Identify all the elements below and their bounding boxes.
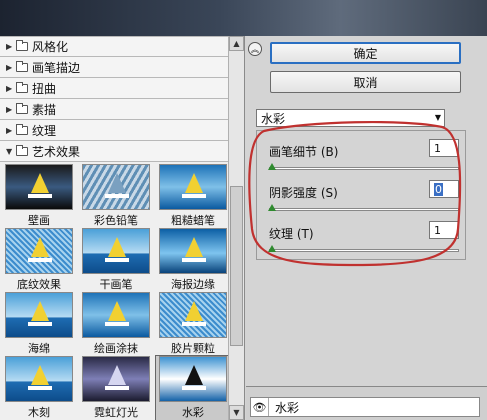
folder-icon [16,40,28,51]
thumbnail-image [82,164,150,210]
thumbnail-film-grain[interactable]: 胶片颗粒 [156,292,230,356]
thumbnail-label: 木刻 [28,406,50,419]
ok-button[interactable]: 确定 [270,42,461,64]
collapsed-arrow-icon[interactable]: ▶ [6,42,14,52]
filter-gallery: ▶ 风格化 ▶ 画笔描边 ▶ 扭曲 ▶ 素描 ▶ 纹理 ▼ 艺术效果 壁画 彩色… [0,36,245,420]
texture-slider[interactable] [269,249,459,252]
thumbnail-image [159,292,227,338]
category-sketch[interactable]: ▶ 素描 [0,99,228,120]
thumbnail-dry-brush[interactable]: 干画笔 [79,228,153,292]
thumbnail-sponge[interactable]: 海绵 [2,292,76,356]
param-value: 0 [434,182,443,196]
folder-icon [16,144,28,156]
scroll-up-arrow-icon[interactable]: ▲ [229,36,244,51]
cancel-button[interactable]: 取消 [270,71,461,93]
effect-layers: 👁 水彩 [246,386,487,420]
category-distort[interactable]: ▶ 扭曲 [0,78,228,99]
folder-icon [16,81,28,93]
collapsed-arrow-icon[interactable]: ▶ [6,62,14,72]
thumbnail-fresco[interactable]: 壁画 [2,164,76,228]
thumbnail-label: 干画笔 [99,278,133,291]
category-label: 艺术效果 [32,144,81,159]
thumbnail-image [159,164,227,210]
filter-select-value: 水彩 [261,111,286,126]
thumbnail-label: 粗糙蜡笔 [171,214,215,227]
thumbnail-label: 绘画涂抹 [94,342,138,355]
category-label: 扭曲 [32,81,57,96]
thumbnail-image [82,228,150,274]
param-label: 纹理 (T) [269,227,314,241]
thumbnail-image [82,356,150,402]
thumbnail-image [5,356,73,402]
thumbnail-watercolor[interactable]: 水彩 [155,355,231,420]
thumbnail-image [159,356,227,402]
thumbnail-cutout[interactable]: 木刻 [2,356,76,420]
thumbnail-label: 壁画 [28,214,50,227]
collapsed-arrow-icon[interactable]: ▶ [6,125,14,135]
category-label: 画笔描边 [32,60,81,75]
chevron-down-icon[interactable]: ▼ [435,113,441,122]
shadow-intensity-input[interactable]: 0 [429,180,459,198]
filter-params: 画笔细节 (B) 1 阴影强度 (S) 0 纹理 (T) 1 [256,130,466,260]
filter-select[interactable]: 水彩 ▼ [256,109,445,127]
thumbnail-image [5,292,73,338]
collapsed-arrow-icon[interactable]: ▶ [6,104,14,114]
layer-name: 水彩 [275,400,300,415]
param-value: 1 [434,141,441,155]
param-label: 画笔细节 (B) [269,145,339,159]
thumbnail-paint-daubs[interactable]: 绘画涂抹 [79,292,153,356]
shadow-intensity-slider[interactable] [269,208,459,211]
gallery-scrollbar[interactable]: ▲ ▼ [228,36,244,420]
thumbnail-colored-pencil[interactable]: 彩色铅笔 [79,164,153,228]
thumbnail-label: 海报边缘 [171,278,215,291]
thumbnail-label: 海绵 [28,342,50,355]
param-label: 阴影强度 (S) [269,186,338,200]
category-stylize[interactable]: ▶ 风格化 [0,36,228,57]
thumbnail-label: 霓虹灯光 [94,406,138,419]
thumbnail-label: 胶片颗粒 [171,342,215,355]
category-tree: ▶ 风格化 ▶ 画笔描边 ▶ 扭曲 ▶ 素描 ▶ 纹理 ▼ 艺术效果 [0,36,228,162]
category-label: 素描 [32,102,57,117]
category-label: 纹理 [32,123,57,138]
brush-detail-slider[interactable] [269,167,459,170]
expanded-arrow-icon[interactable]: ▼ [6,146,14,156]
slider-thumb-icon[interactable] [268,245,276,252]
settings-panel: ︽ 确定 取消 水彩 ▼ 画笔细节 (B) 1 阴影强度 (S) 0 纹理 (T… [246,36,487,420]
thumbnail-label: 彩色铅笔 [94,214,138,227]
folder-icon [16,60,28,72]
collapsed-arrow-icon[interactable]: ▶ [6,83,14,93]
folder-icon [16,102,28,114]
thumbnail-image [82,292,150,338]
thumbnail-label: 底纹效果 [17,278,61,291]
thumbnail-label: 水彩 [182,406,204,419]
thumbnail-neon-glow[interactable]: 霓虹灯光 [79,356,153,420]
thumbnail-image [5,164,73,210]
window-top-strip [0,0,487,36]
scroll-thumb[interactable] [230,186,243,346]
texture-input[interactable]: 1 [429,221,459,239]
slider-thumb-icon[interactable] [268,204,276,211]
thumbnail-image [5,228,73,274]
thumbnail-rough-pastels[interactable]: 粗糙蜡笔 [156,164,230,228]
scroll-down-arrow-icon[interactable]: ▼ [229,405,244,420]
category-brush-strokes[interactable]: ▶ 画笔描边 [0,57,228,78]
eye-icon[interactable]: 👁 [251,398,269,416]
category-label: 风格化 [32,40,69,54]
layer-row[interactable]: 👁 水彩 [250,397,480,417]
folder-icon [16,123,28,135]
category-artistic[interactable]: ▼ 艺术效果 [0,141,228,162]
thumbnail-underpainting[interactable]: 底纹效果 [2,228,76,292]
thumbnail-grid: 壁画 彩色铅笔 粗糙蜡笔 底纹效果 干画笔 海报边缘 海绵 绘画涂抹 胶片颗粒 … [0,164,231,420]
double-chevron-up-icon[interactable]: ︽ [248,42,262,56]
thumbnail-poster-edges[interactable]: 海报边缘 [156,228,230,292]
slider-thumb-icon[interactable] [268,163,276,170]
brush-detail-input[interactable]: 1 [429,139,459,157]
param-value: 1 [434,223,441,237]
category-texture[interactable]: ▶ 纹理 [0,120,228,141]
thumbnail-image [159,228,227,274]
